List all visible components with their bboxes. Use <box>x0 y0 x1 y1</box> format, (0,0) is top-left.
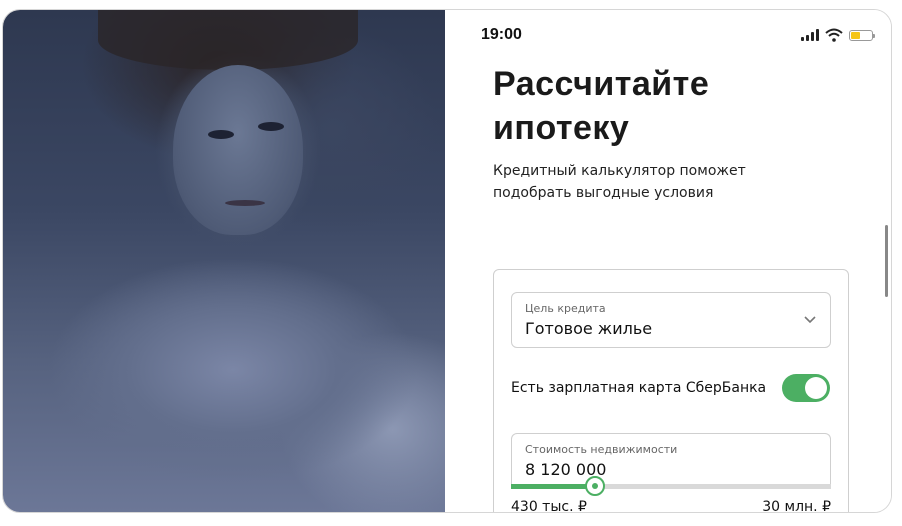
loan-purpose-select[interactable]: Цель кредита Готовое жилье <box>511 292 831 348</box>
slider-handle[interactable] <box>585 476 606 496</box>
salary-card-toggle[interactable] <box>782 374 830 402</box>
mortgage-calculator-card: Цель кредита Готовое жилье Есть зарплатн… <box>493 269 849 513</box>
photo-eye-right <box>258 122 284 131</box>
status-icons <box>801 28 875 42</box>
signal-icon <box>801 29 819 41</box>
property-cost-slider[interactable] <box>511 476 831 496</box>
range-max-label: 30 млн. ₽ <box>762 499 831 513</box>
loan-purpose-value: Готовое жилье <box>525 319 653 338</box>
status-time: 19:00 <box>481 26 522 43</box>
page-subtitle: Кредитный калькулятор поможет подобрать … <box>493 163 746 201</box>
salary-card-label: Есть зарплатная карта СберБанка <box>511 380 767 396</box>
slider-fill <box>511 484 595 489</box>
page-title: Рассчитайте ипотеку <box>493 62 813 150</box>
range-min-label: 430 тыс. ₽ <box>511 499 587 513</box>
phone-screen: 19:00 Рассчитайте ипотеку Кредитный каль… <box>445 10 891 512</box>
battery-icon <box>849 29 875 41</box>
title-line-2: ипотеку <box>493 109 630 147</box>
chevron-down-icon <box>804 316 816 324</box>
photo-hair <box>98 10 358 70</box>
photo-face <box>173 65 303 235</box>
loan-purpose-label: Цель кредита <box>525 302 606 315</box>
title-line-1: Рассчитайте <box>493 65 710 103</box>
property-cost-field[interactable]: Стоимость недвижимости 8 120 000 <box>511 433 831 486</box>
background-photo <box>3 10 445 512</box>
wifi-icon <box>825 28 843 42</box>
photo-mouth <box>225 200 265 206</box>
photo-eye-left <box>208 130 234 139</box>
screen-frame: 19:00 Рассчитайте ипотеку Кредитный каль… <box>2 9 892 513</box>
scrollbar[interactable] <box>885 225 888 297</box>
property-cost-label: Стоимость недвижимости <box>525 443 678 456</box>
toggle-knob <box>805 377 827 399</box>
